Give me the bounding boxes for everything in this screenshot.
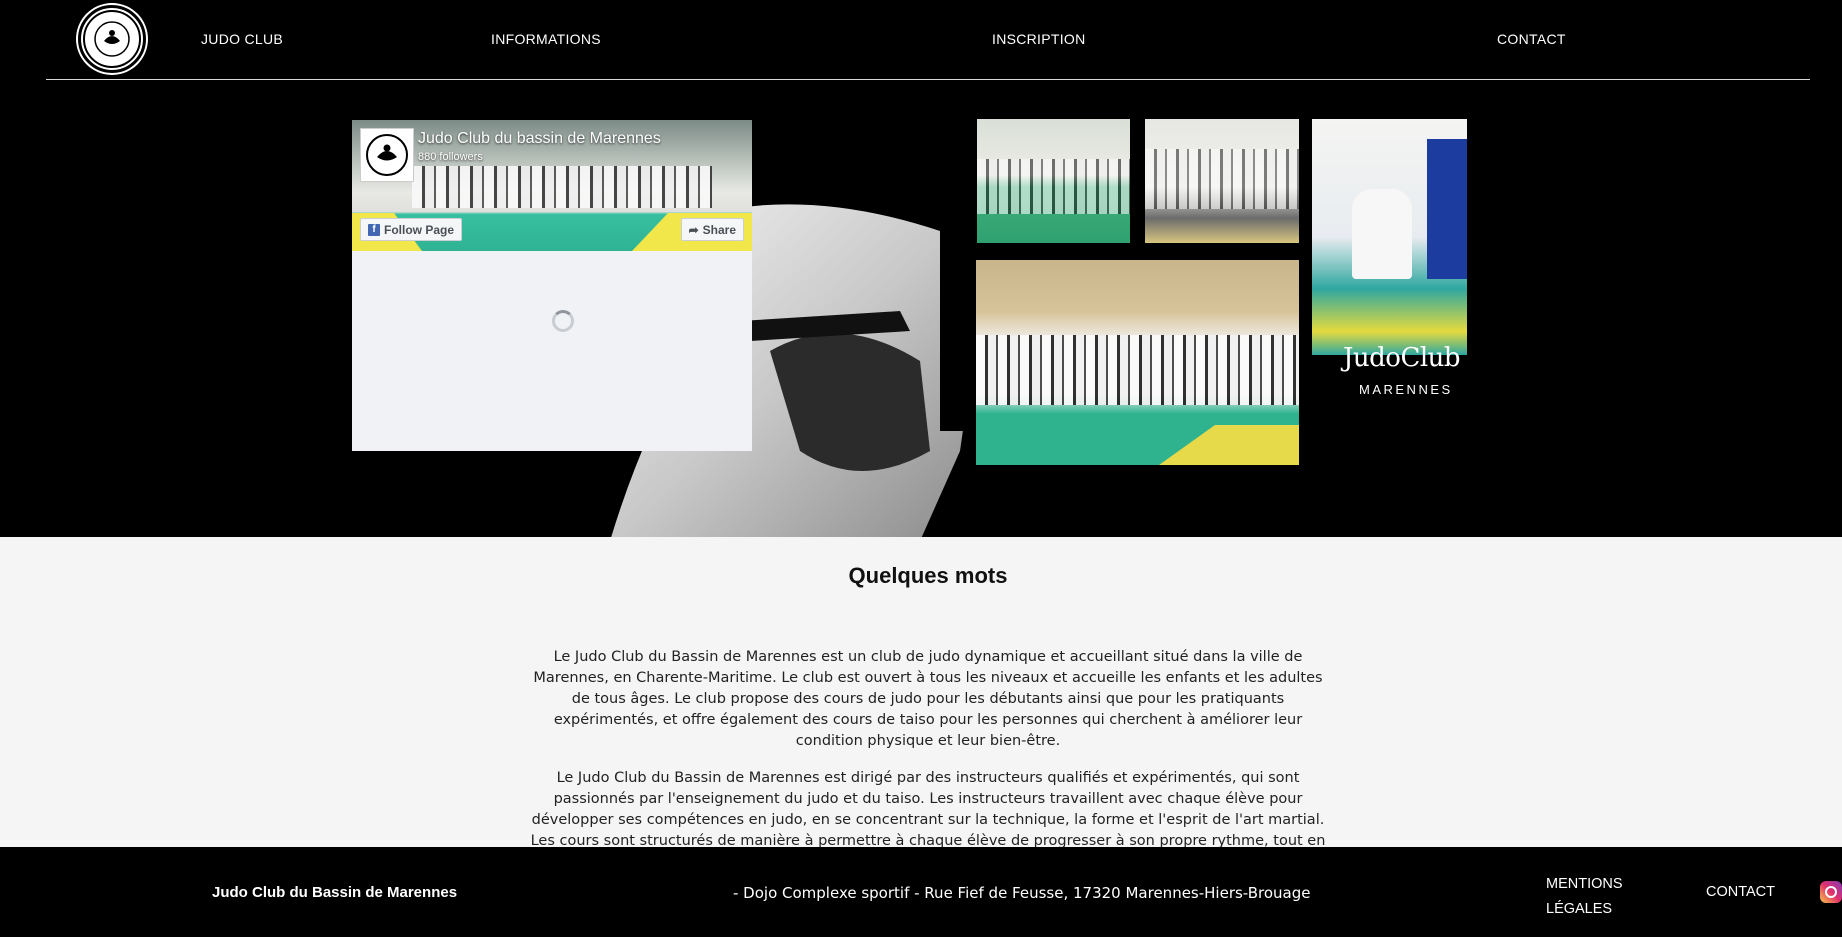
brand-subtitle: MARENNES [1359,382,1453,397]
footer: Judo Club du Bassin de Marennes - Dojo C… [0,847,1842,937]
loading-spinner-icon [552,310,574,332]
brand-title: JudoClub [1343,343,1461,373]
facebook-page-widget[interactable]: Judo Club du bassin de Marennes 880 foll… [352,120,752,451]
nav-inscription[interactable]: INSCRIPTION [992,31,1086,47]
about-section: Quelques mots Le Judo Club du Bassin de … [0,537,1842,847]
footer-mentions-legales[interactable]: MENTIONS LÉGALES [1546,872,1656,922]
club-logo-icon[interactable] [78,5,146,73]
footer-contact-link[interactable]: CONTACT [1706,884,1775,900]
about-paragraph-2: Le Judo Club du Bassin de Marennes est d… [530,770,1326,847]
hero-section: Judo Club du bassin de Marennes 880 foll… [0,81,1842,537]
nav-contact[interactable]: CONTACT [1497,31,1566,47]
top-navigation: JUDO CLUB INFORMATIONS INSCRIPTION CONTA… [0,0,1842,80]
facebook-page-name[interactable]: Judo Club du bassin de Marennes [418,130,661,148]
section-title: Quelques mots [848,563,1008,588]
follow-page-label: Follow Page [384,222,455,237]
nav-informations[interactable]: INFORMATIONS [491,31,601,47]
nav-judo-club[interactable]: JUDO CLUB [201,31,283,47]
follow-page-button[interactable]: f Follow Page [360,218,463,241]
photo-kids-judo [1312,119,1467,355]
share-label: Share [702,222,736,237]
photo-collage: JudoClub MARENNES [940,101,1520,465]
about-paragraph-1: Le Judo Club du Bassin de Marennes est u… [533,649,1323,749]
photo-judo-training [977,119,1130,243]
nav-divider [46,79,1810,80]
footer-club-name: Judo Club du Bassin de Marennes [212,884,458,901]
footer-address: - Dojo Complexe sportif - Rue Fief de Fe… [733,884,1311,902]
facebook-icon: f [368,223,380,236]
photo-podium [1145,119,1299,243]
share-button[interactable]: ➦ Share [680,218,744,241]
facebook-page-avatar[interactable] [360,128,414,182]
facebook-followers-count: 880 followers [418,151,483,163]
share-icon: ➦ [688,222,699,237]
instagram-icon[interactable] [1820,881,1842,903]
photo-club-group [976,260,1299,465]
